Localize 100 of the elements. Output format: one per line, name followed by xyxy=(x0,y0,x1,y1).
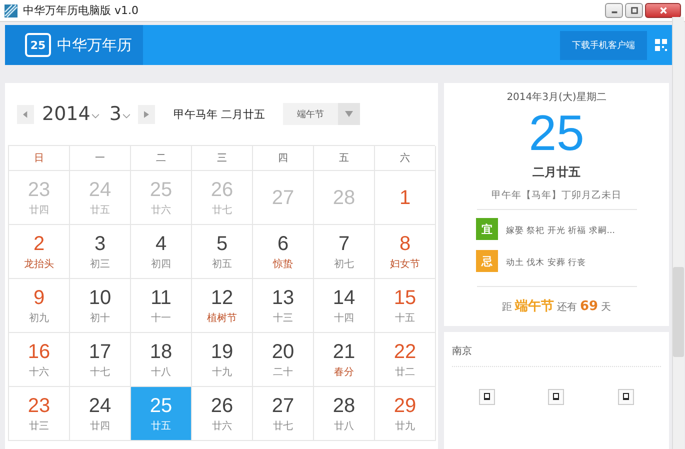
day-cell[interactable]: 3 初三 xyxy=(70,225,131,279)
day-cell[interactable]: 16 十六 xyxy=(9,333,70,387)
day-number: 26 xyxy=(210,178,234,200)
year-select[interactable]: 2014 xyxy=(40,103,102,125)
day-cell[interactable]: 14 十四 xyxy=(314,279,375,333)
app-icon xyxy=(4,4,18,18)
lunar-day: 初四 xyxy=(151,256,171,270)
day-number: 27 xyxy=(272,394,294,416)
day-cell[interactable]: 26 廿六 xyxy=(192,387,253,441)
weekday-header: 日 xyxy=(9,146,70,171)
close-button[interactable] xyxy=(645,3,681,18)
festival-select[interactable]: 端午节 xyxy=(282,103,360,125)
advice-badge: 宜 xyxy=(476,218,498,240)
lunar-day: 二十 xyxy=(273,364,293,378)
next-month-button[interactable] xyxy=(138,104,156,124)
weekday-header: 一 xyxy=(70,146,131,171)
month-select[interactable]: 3 xyxy=(107,103,132,125)
day-number: 14 xyxy=(332,286,356,308)
ganzhi-text: 甲午年【马年】丁卯月乙未日 xyxy=(476,189,636,210)
download-button[interactable]: 下载手机客户端 xyxy=(560,30,647,60)
lunar-day: 初五 xyxy=(212,256,232,270)
lunar-day: 十四 xyxy=(334,310,354,324)
date-line: 2014年3月(大)星期二 xyxy=(506,90,606,104)
lunar-day: 十三 xyxy=(273,310,293,324)
day-number: 2 xyxy=(33,232,45,254)
day-number: 28 xyxy=(332,186,356,208)
day-cell[interactable]: 8 妇女节 xyxy=(375,225,436,279)
weekday-header: 六 xyxy=(375,146,436,171)
lunar-day: 初九 xyxy=(29,310,49,324)
calendar-logo-icon: 25 xyxy=(25,33,51,57)
day-cell[interactable]: 11 十一 xyxy=(131,279,192,333)
window-title: 中华万年历电脑版 v1.0 xyxy=(23,3,138,18)
close-icon xyxy=(658,6,668,15)
qr-code-icon[interactable] xyxy=(655,39,667,51)
day-number: 24 xyxy=(88,178,112,200)
day-cell[interactable]: 7 初七 xyxy=(314,225,375,279)
day-number: 15 xyxy=(394,286,416,308)
day-cell[interactable]: 5 初五 xyxy=(192,225,253,279)
day-number: 29 xyxy=(394,394,416,416)
day-number: 11 xyxy=(150,286,172,308)
day-number: 9 xyxy=(33,286,45,308)
day-cell[interactable]: 23 廿三 xyxy=(9,387,70,441)
day-cell[interactable]: 13 十三 xyxy=(253,279,314,333)
day-number: 25 xyxy=(150,178,172,200)
advice-badge: 忌 xyxy=(476,250,498,272)
maximize-button[interactable] xyxy=(625,3,643,18)
day-cell[interactable]: 9 初九 xyxy=(9,279,70,333)
weather-icon xyxy=(618,389,634,405)
lunar-day: 廿六 xyxy=(151,202,171,216)
weekday-header: 二 xyxy=(131,146,192,171)
day-number: 21 xyxy=(332,340,356,362)
day-number: 23 xyxy=(28,394,50,416)
day-cell[interactable]: 6 惊蛰 xyxy=(253,225,314,279)
day-number: 24 xyxy=(88,394,112,416)
app-name: 中华万年历 xyxy=(57,36,132,54)
day-cell[interactable]: 2 龙抬头 xyxy=(9,225,70,279)
day-number: 7 xyxy=(338,232,350,254)
festival-name: 端午节 xyxy=(514,298,554,315)
day-number: 10 xyxy=(88,286,112,308)
day-number: 12 xyxy=(210,286,234,308)
day-cell[interactable]: 17 十七 xyxy=(70,333,131,387)
day-number: 17 xyxy=(88,340,112,362)
weather-icon xyxy=(478,389,495,405)
lunar-day: 廿八 xyxy=(334,418,354,432)
lunar-day: 惊蛰 xyxy=(273,256,293,270)
lunar-day: 廿二 xyxy=(395,364,415,378)
city-name: 南京 xyxy=(452,344,661,367)
day-cell[interactable]: 22 廿二 xyxy=(375,333,436,387)
lunar-day: 廿七 xyxy=(212,202,232,216)
day-cell[interactable]: 12 植树节 xyxy=(192,279,253,333)
day-number: 22 xyxy=(394,340,416,362)
right-triangle-icon xyxy=(144,110,150,118)
left-triangle-icon xyxy=(23,110,28,118)
countdown-days: 69 xyxy=(580,299,598,314)
weekday-header: 四 xyxy=(253,146,314,171)
lunar-day: 初三 xyxy=(90,256,110,270)
previous-month-button[interactable] xyxy=(17,104,34,124)
chevron-down-icon xyxy=(123,114,130,118)
lunar-day: 廿九 xyxy=(395,418,415,432)
day-number: 5 xyxy=(216,232,228,254)
lunar-day: 十八 xyxy=(151,364,171,378)
day-cell[interactable]: 19 十九 xyxy=(192,333,253,387)
scrollbar[interactable] xyxy=(672,17,684,449)
lunar-day-title: 二月廿五 xyxy=(532,164,580,181)
day-cell[interactable]: 1 xyxy=(375,171,436,225)
countdown-text: 天 xyxy=(601,301,612,314)
day-number: 6 xyxy=(277,232,289,254)
day-cell[interactable]: 27 廿七 xyxy=(253,387,314,441)
minimize-button[interactable] xyxy=(605,3,623,18)
day-number: 26 xyxy=(210,394,234,416)
day-cell[interactable]: 15 十五 xyxy=(375,279,436,333)
day-cell[interactable]: 4 初四 xyxy=(131,225,192,279)
day-cell[interactable]: 20 二十 xyxy=(253,333,314,387)
day-number: 20 xyxy=(272,340,294,362)
day-cell[interactable]: 21 春分 xyxy=(314,333,375,387)
day-cell[interactable]: 28 廿八 xyxy=(314,387,375,441)
day-number: 28 xyxy=(332,394,356,416)
day-cell[interactable]: 10 初十 xyxy=(70,279,131,333)
day-number: 4 xyxy=(155,232,167,254)
day-cell[interactable]: 29 廿九 xyxy=(375,387,436,441)
